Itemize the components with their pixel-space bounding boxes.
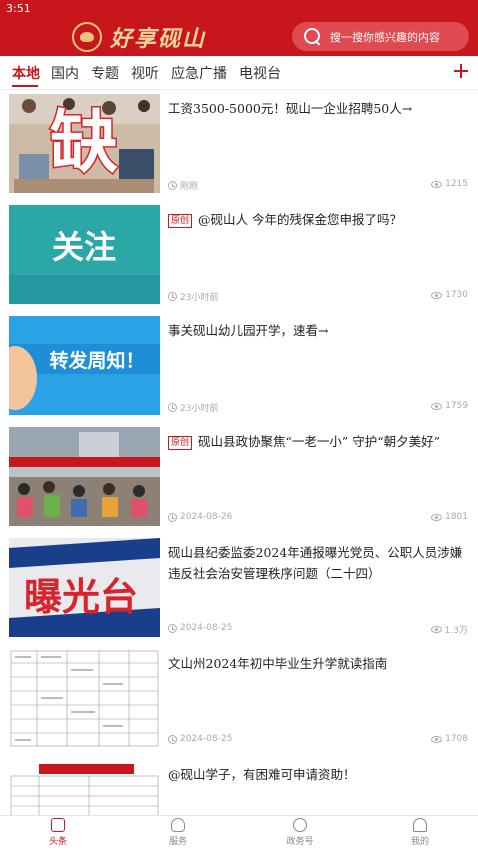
article-thumbnail: 曝光台: [9, 538, 160, 637]
original-badge: 原创: [168, 214, 193, 228]
clock-icon: [168, 734, 177, 744]
article-thumbnail: 关注: [9, 205, 160, 304]
nav-profile[interactable]: 我的: [390, 818, 450, 847]
tab-topics[interactable]: 专题: [91, 63, 119, 83]
app-header: 好享砚山 搜一搜你感兴趣的内容: [0, 18, 478, 56]
tab-domestic[interactable]: 国内: [51, 63, 79, 83]
article-thumbnail: [9, 649, 160, 748]
tab-audio-video[interactable]: 视听: [131, 63, 159, 83]
nav-headlines[interactable]: 头条: [28, 818, 88, 847]
article-views: 1708: [431, 734, 468, 744]
article-title: 原创 @砚山人 今年的残保金您申报了吗？: [168, 209, 468, 230]
article-title: 工资3500-5000元！砚山一企业招聘50人→: [168, 101, 413, 116]
category-tabs: 本地 国内 专题 视听 应急广播 电视台: [0, 56, 478, 90]
bottom-navigation: 头条 服务 政务号 我的: [0, 815, 478, 850]
eye-icon: [430, 626, 442, 633]
search-bar[interactable]: 搜一搜你感兴趣的内容: [292, 22, 469, 51]
article-time: 2024-08-26: [168, 512, 232, 522]
article-item[interactable]: 缺 工资3500-5000元！砚山一企业招聘50人→ 刚刚 1215: [0, 90, 478, 201]
original-badge: 原创: [168, 436, 193, 450]
status-bar: 3:51: [0, 0, 478, 18]
search-placeholder: 搜一搜你感兴趣的内容: [330, 30, 440, 44]
eye-icon: [431, 180, 443, 188]
article-item[interactable]: 原创 砚山县政协聚焦“一老一小” 守护“朝夕美好” 2024-08-26 1801: [0, 423, 478, 534]
add-channel-icon[interactable]: [454, 64, 468, 78]
article-views: 1730: [431, 290, 468, 300]
logo-text: 好享砚山: [110, 26, 207, 52]
article-thumbnail: [9, 760, 160, 815]
tab-tv-station[interactable]: 电视台: [239, 63, 281, 83]
thumb-text: 关注: [52, 228, 116, 266]
tab-emergency-broadcast[interactable]: 应急广播: [171, 63, 227, 83]
active-tab-indicator: [12, 85, 38, 87]
thumb-text: 转发周知！: [49, 349, 144, 372]
search-icon: [304, 27, 322, 46]
article-title: @砚山学子，有困难可申请资助！: [168, 767, 356, 782]
app-logo: 好享砚山: [72, 21, 206, 53]
article-item[interactable]: 转发周知！ 事关砚山幼儿园开学，速看→ 23小时前 1759: [0, 312, 478, 423]
eye-icon: [431, 402, 443, 410]
clock-icon: [168, 403, 177, 412]
article-thumbnail: 缺: [9, 94, 160, 193]
nav-services[interactable]: 服务: [148, 818, 208, 847]
logo-icon: [72, 22, 102, 52]
article-title: 文山州2024年初中毕业生升学就读指南: [168, 656, 388, 671]
article-title: 事关砚山幼儿园开学，速看→: [168, 323, 329, 338]
article-views: 1759: [431, 401, 468, 411]
article-thumbnail: 转发周知！: [9, 316, 160, 415]
thumb-text: 曝光台: [24, 575, 138, 619]
article-item[interactable]: 曝光台 砚山县纪委监委2024年通报曝光党员、公职人员涉嫌违反社会治安管理秩序问…: [0, 534, 478, 645]
eye-icon: [431, 291, 443, 299]
document-icon: [51, 818, 65, 832]
eye-icon: [431, 513, 443, 521]
nav-label: 我的: [410, 837, 429, 847]
article-time: 2024-08-25: [168, 734, 232, 744]
nav-label: 头条: [48, 837, 67, 847]
article-time: 2024-08-25: [168, 623, 232, 633]
nav-label: 政务号: [286, 837, 314, 847]
article-time: 23小时前: [168, 290, 218, 303]
article-views: 1.3万: [430, 623, 468, 636]
article-title: 砚山县纪委监委2024年通报曝光党员、公职人员涉嫌违反社会治安管理秩序问题（二十…: [168, 545, 463, 581]
status-time: 3:51: [6, 2, 31, 15]
article-views: 1215: [431, 179, 468, 189]
heart-hand-icon: [171, 818, 185, 832]
nav-government[interactable]: 政务号: [270, 818, 330, 847]
tab-local[interactable]: 本地: [12, 63, 40, 83]
article-item[interactable]: @砚山学子，有困难可申请资助！: [0, 756, 478, 815]
face-icon: [293, 818, 307, 832]
article-time: 刚刚: [168, 179, 198, 192]
clock-icon: [168, 181, 177, 190]
article-title: 原创 砚山县政协聚焦“一老一小” 守护“朝夕美好”: [168, 431, 468, 452]
thumb-text: 缺: [50, 104, 118, 183]
clock-icon: [168, 292, 177, 301]
nav-label: 服务: [168, 837, 187, 847]
eye-icon: [431, 735, 443, 743]
article-item[interactable]: 关注 原创 @砚山人 今年的残保金您申报了吗？ 23小时前 1730: [0, 201, 478, 312]
article-time: 23小时前: [168, 401, 218, 414]
article-views: 1801: [431, 512, 468, 522]
clock-icon: [168, 623, 177, 633]
person-icon: [413, 818, 427, 832]
article-thumbnail: [9, 427, 160, 526]
article-item[interactable]: 文山州2024年初中毕业生升学就读指南 2024-08-25 1708: [0, 645, 478, 756]
clock-icon: [168, 512, 177, 522]
